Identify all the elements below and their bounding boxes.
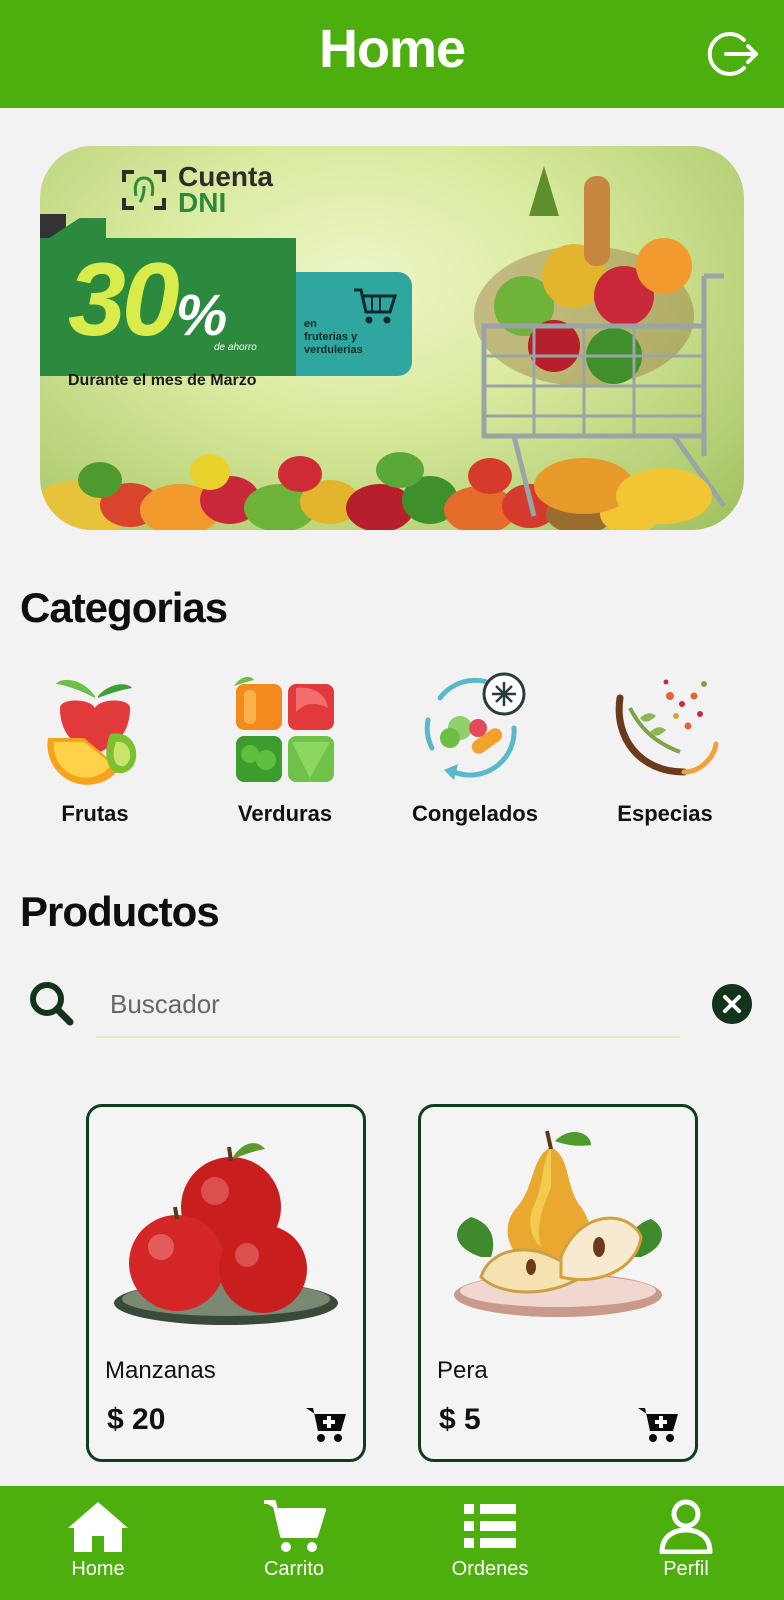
- discount-caption: de ahorro: [214, 342, 257, 353]
- page-title: Home: [318, 19, 466, 79]
- categories-title: Categorias: [20, 584, 228, 631]
- search-input[interactable]: [96, 972, 680, 1038]
- dni-logo-icon: [122, 170, 166, 210]
- apples-image: [114, 1143, 338, 1325]
- product-price: $ 20: [107, 1403, 166, 1436]
- promo-where-line1: en: [304, 318, 317, 330]
- fruits-icon: [47, 679, 137, 785]
- promo-where: en fruterias y verdulerias: [304, 318, 363, 357]
- spices-icon: [615, 679, 719, 776]
- home-icon: [68, 1502, 128, 1552]
- product-price: $ 5: [439, 1403, 481, 1436]
- nav-carrito[interactable]: Carrito: [196, 1486, 392, 1600]
- bottom-navigation: Home Carrito Ordenes Perfil: [0, 1486, 784, 1600]
- category-label: Frutas: [61, 801, 129, 826]
- promo-where-line2: fruterias y: [304, 331, 358, 343]
- logout-icon[interactable]: [704, 26, 760, 82]
- shopping-cart-illustration: [474, 166, 727, 524]
- category-frutas[interactable]: Frutas: [0, 668, 190, 827]
- nav-label: Ordenes: [451, 1558, 529, 1580]
- discount-value: 30%: [68, 248, 228, 366]
- nav-label: Home: [71, 1558, 125, 1580]
- product-card-manzanas[interactable]: Manzanas $ 20: [86, 1104, 366, 1462]
- nav-label: Perfil: [663, 1558, 709, 1580]
- promo-banner[interactable]: Cuenta DNI 30% de ahorro en fruterias y …: [40, 146, 744, 530]
- category-label: Congelados: [412, 801, 538, 826]
- vegetables-icon: [234, 676, 334, 782]
- nav-perfil[interactable]: Perfil: [588, 1486, 784, 1600]
- add-to-cart-icon[interactable]: [637, 1405, 679, 1443]
- product-name: Pera: [437, 1357, 488, 1384]
- cuenta-dni-logo: Cuenta DNI: [120, 163, 273, 218]
- category-label: Verduras: [237, 801, 333, 826]
- product-name: Manzanas: [105, 1357, 216, 1384]
- app-bar: Home: [0, 0, 784, 108]
- frozen-icon: [424, 672, 526, 780]
- category-congelados[interactable]: Congelados: [380, 668, 570, 827]
- category-especias[interactable]: Especias: [570, 668, 760, 827]
- user-icon: [659, 1499, 713, 1554]
- category-label: Especias: [617, 801, 713, 826]
- clear-search-icon[interactable]: [712, 984, 752, 1024]
- promo-where-line3: verdulerias: [304, 344, 363, 356]
- brand-line2: DNI: [178, 187, 227, 218]
- nav-home[interactable]: Home: [0, 1486, 196, 1600]
- add-to-cart-icon[interactable]: [305, 1405, 347, 1443]
- products-title: Productos: [20, 888, 220, 935]
- nav-label: Carrito: [263, 1558, 324, 1580]
- nav-ordenes[interactable]: Ordenes: [392, 1486, 588, 1600]
- discount-number: 30: [68, 242, 180, 358]
- cart-icon: [264, 1500, 326, 1552]
- search-icon[interactable]: [28, 980, 74, 1026]
- promo-period: Durante el mes de Marzo: [68, 372, 257, 389]
- category-verduras[interactable]: Verduras: [190, 668, 380, 827]
- list-icon: [464, 1504, 516, 1548]
- discount-unit: %: [175, 283, 228, 348]
- product-card-pera[interactable]: Pera $ 5: [418, 1104, 698, 1462]
- pears-image: [454, 1130, 662, 1317]
